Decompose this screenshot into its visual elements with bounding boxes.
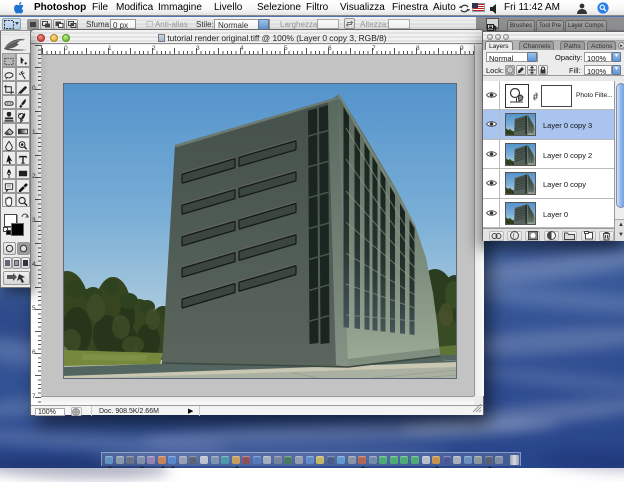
svg-text:f: f — [513, 232, 516, 240]
